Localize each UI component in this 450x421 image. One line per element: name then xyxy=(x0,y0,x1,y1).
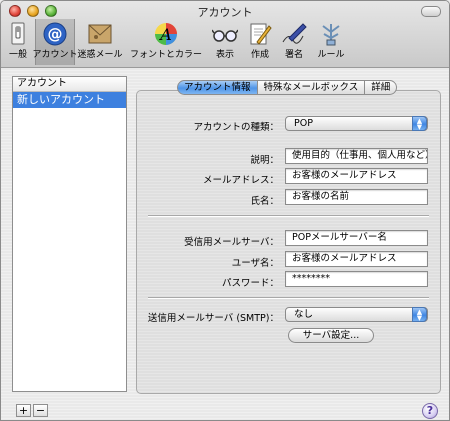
divider xyxy=(148,297,429,299)
incoming-server-label: 受信用メールサーバ： xyxy=(184,237,279,248)
toolbar-item-general[interactable]: 一般 xyxy=(1,19,35,65)
svg-text:@: @ xyxy=(48,25,63,43)
toolbar-label: 署名 xyxy=(284,50,303,60)
light-switch-icon xyxy=(11,22,25,45)
description-label: 説明： xyxy=(250,155,279,166)
email-field[interactable]: お客様のメールアドレス xyxy=(285,168,428,184)
account-type-label: アカウントの種類： xyxy=(193,122,279,133)
description-field[interactable]: 使用目的（仕事用、個人用など） xyxy=(285,148,428,164)
smtp-server-value: なし xyxy=(294,309,314,320)
list-item[interactable]: 新しいアカウント xyxy=(13,92,126,108)
signature-pen-icon xyxy=(282,23,307,44)
toolbar-item-fonts-colors[interactable]: A フォントとカラー xyxy=(125,19,207,65)
preferences-toolbar: 一般 @ アカウント 迷惑メール A フォントとカラー 表示 作成 署名 ルール xyxy=(1,19,351,65)
toolbar-label: アカウント xyxy=(32,50,78,60)
glasses-icon xyxy=(212,29,238,42)
rules-icon xyxy=(322,24,340,46)
compose-icon xyxy=(250,23,272,45)
at-sign-icon: @ xyxy=(43,22,67,46)
toolbar-item-rules[interactable]: ルール xyxy=(311,19,351,65)
tab-advanced[interactable]: 詳細 xyxy=(365,80,398,95)
remove-account-button[interactable]: − xyxy=(33,404,48,417)
preferences-window: アカウント 一般 @ アカウント 迷惑メール A フォントとカラー 表示 作成 … xyxy=(0,0,450,421)
popup-arrows-icon: ▲ ▼ xyxy=(412,307,427,322)
title-bar: アカウント 一般 @ アカウント 迷惑メール A フォントとカラー 表示 作成 … xyxy=(1,1,449,68)
user-name-label: ユーザ名： xyxy=(231,258,279,269)
accounts-list-header: アカウント xyxy=(13,77,126,92)
full-name-field[interactable]: お客様の名前 xyxy=(285,189,428,205)
toolbar-item-viewing[interactable]: 表示 xyxy=(207,19,243,65)
smtp-label: 送信用メールサーバ (SMTP)： xyxy=(147,313,279,324)
add-account-button[interactable]: + xyxy=(16,404,31,417)
toolbar-label: 表示 xyxy=(215,50,234,60)
divider xyxy=(148,215,429,217)
account-type-value: POP xyxy=(294,118,313,129)
toolbar-label: 作成 xyxy=(250,50,269,60)
tab-account-info[interactable]: アカウント情報 xyxy=(177,80,258,95)
window-title: アカウント xyxy=(197,6,253,19)
svg-text:A: A xyxy=(158,25,172,44)
toolbar-item-accounts[interactable]: @ アカウント xyxy=(32,19,78,65)
toolbar-label: フォントとカラー xyxy=(129,50,202,60)
tab-special-mailboxes[interactable]: 特殊なメールボックス xyxy=(257,80,366,95)
accounts-list[interactable]: アカウント 新しいアカウント xyxy=(12,76,127,392)
smtp-server-popup[interactable]: なし ▲ ▼ xyxy=(285,307,428,322)
password-label: パスワード： xyxy=(221,278,279,289)
font-color-icon: A xyxy=(155,23,177,45)
toolbar-toggle-button[interactable] xyxy=(421,6,441,17)
junk-mail-icon xyxy=(88,24,112,44)
password-field[interactable]: ******** xyxy=(285,271,428,287)
email-label: メールアドレス： xyxy=(202,175,279,186)
incoming-server-field[interactable]: POPメールサーバー名 xyxy=(285,230,428,246)
popup-arrows-icon: ▲ ▼ xyxy=(412,116,427,131)
toolbar-label: ルール xyxy=(317,50,345,60)
toolbar-item-signatures[interactable]: 署名 xyxy=(277,19,311,65)
account-type-popup[interactable]: POP ▲ ▼ xyxy=(285,116,428,131)
full-name-label: 氏名： xyxy=(250,196,279,207)
toolbar-label: 一般 xyxy=(8,50,27,60)
toolbar-item-junk-mail[interactable]: 迷惑メール xyxy=(75,19,125,65)
tab-bar: アカウント情報 特殊なメールボックス 詳細 xyxy=(177,80,398,95)
server-settings-button[interactable]: サーバ設定... xyxy=(288,328,374,343)
user-name-field[interactable]: お客様のメールアドレス xyxy=(285,251,428,267)
toolbar-item-composing[interactable]: 作成 xyxy=(243,19,277,65)
toolbar-label: 迷惑メール xyxy=(77,50,123,60)
help-button[interactable]: ? xyxy=(422,403,438,419)
